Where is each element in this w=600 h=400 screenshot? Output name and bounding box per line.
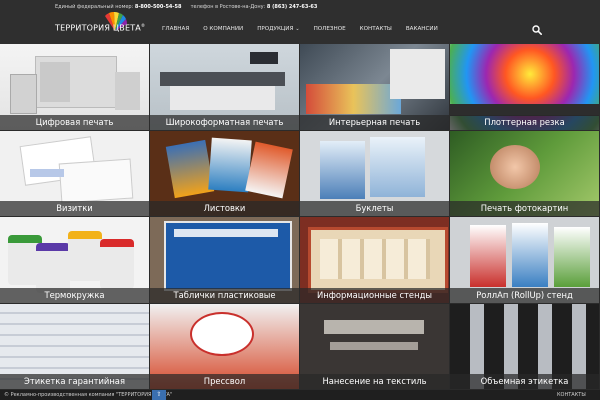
nav-item-vacancies[interactable]: Вакансии [399,24,445,34]
tile-caption: Термокружка [0,287,149,303]
tile-caption: Таблички пластиковые [150,287,299,303]
logo-text: ТЕРРИТОРИЯ ЦВЕТА® [55,23,146,33]
nav-item-useful[interactable]: Полезное [307,24,353,34]
logo[interactable]: ТЕРРИТОРИЯ ЦВЕТА® [55,12,155,38]
tile-info-stands[interactable]: Информационные стенды [300,217,450,304]
tile-textile-print[interactable]: Нанесение на текстиль [300,303,450,390]
tile-photo-canvas[interactable]: Печать фотокартин [450,130,600,217]
footer-contacts-link[interactable]: КОНТАКТЫ [557,392,586,398]
tile-business-cards[interactable]: Визитки [0,130,150,217]
tile-caption: Нанесение на текстиль [300,374,449,389]
tile-caption: Прессвол [150,374,299,389]
phone-rostov-number[interactable]: 8 (863) 247-63-63 [267,4,317,10]
search-button[interactable] [522,20,552,40]
phone-federal-number[interactable]: 8-800-500-54-58 [135,4,182,10]
phone-rostov-label: телефон в Ростове-на-Дону: [190,4,266,10]
chevron-down-icon: ⌄ [295,26,300,32]
tile-plotter-cut[interactable]: Плоттерная резка [450,44,600,131]
nav-item-about[interactable]: О компании [196,24,250,34]
tile-caption: Листовки [150,201,299,216]
tile-warranty-label[interactable]: Этикетка гарантийная [0,303,150,390]
tile-booklets[interactable]: Буклеты [300,130,450,217]
tile-plastic-signs[interactable]: Таблички пластиковые [150,217,300,304]
tile-thermo-mug[interactable]: Термокружка [0,217,150,304]
tile-presswall[interactable]: Прессвол [150,303,300,390]
nav-item-contacts[interactable]: Контакты [353,24,399,34]
phone-bar: Единый федеральный номер: 8-800-500-54-5… [55,4,317,10]
tile-caption: Интерьерная печать [300,114,449,130]
tile-caption: Визитки [0,201,149,216]
tile-caption: РоллАп (RollUp) стенд [450,287,599,303]
tile-caption: Цифровая печать [0,114,149,130]
tile-digital-print[interactable]: Цифровая печать [0,44,150,131]
site-footer: © Рекламно-производственная компания "ТЕ… [0,390,600,400]
tile-caption: Широкоформатная печать [150,114,299,130]
tile-wide-format[interactable]: Широкоформатная печать [150,44,300,131]
search-icon [532,25,542,35]
tile-caption: Объемная этикетка [450,374,599,389]
tile-caption: Буклеты [300,201,449,216]
main-nav: Главная О компании Продукция ⌄ Полезное К… [155,24,445,34]
scroll-up-icon[interactable]: ⇧ [152,390,166,400]
tile-caption: Печать фотокартин [450,201,599,216]
tile-rollup-stand[interactable]: РоллАп (RollUp) стенд [450,217,600,304]
nav-item-home[interactable]: Главная [155,24,196,34]
site-header: Единый федеральный номер: 8-800-500-54-5… [0,0,600,44]
tile-caption: Плоттерная резка [450,114,599,130]
tile-3d-label[interactable]: Объемная этикетка [450,303,600,390]
product-grid: Цифровая печать Широкоформатная печать И… [0,44,600,390]
phone-federal-label: Единый федеральный номер: [55,4,134,10]
nav-item-products-label: Продукция [257,26,294,32]
tile-leaflets[interactable]: Листовки [150,130,300,217]
tile-interior-print[interactable]: Интерьерная печать [300,44,450,131]
footer-copyright: © Рекламно-производственная компания "ТЕ… [4,392,173,398]
tile-caption: Информационные стенды [300,287,449,303]
nav-item-products[interactable]: Продукция ⌄ [250,24,306,34]
tile-caption: Этикетка гарантийная [0,374,149,389]
